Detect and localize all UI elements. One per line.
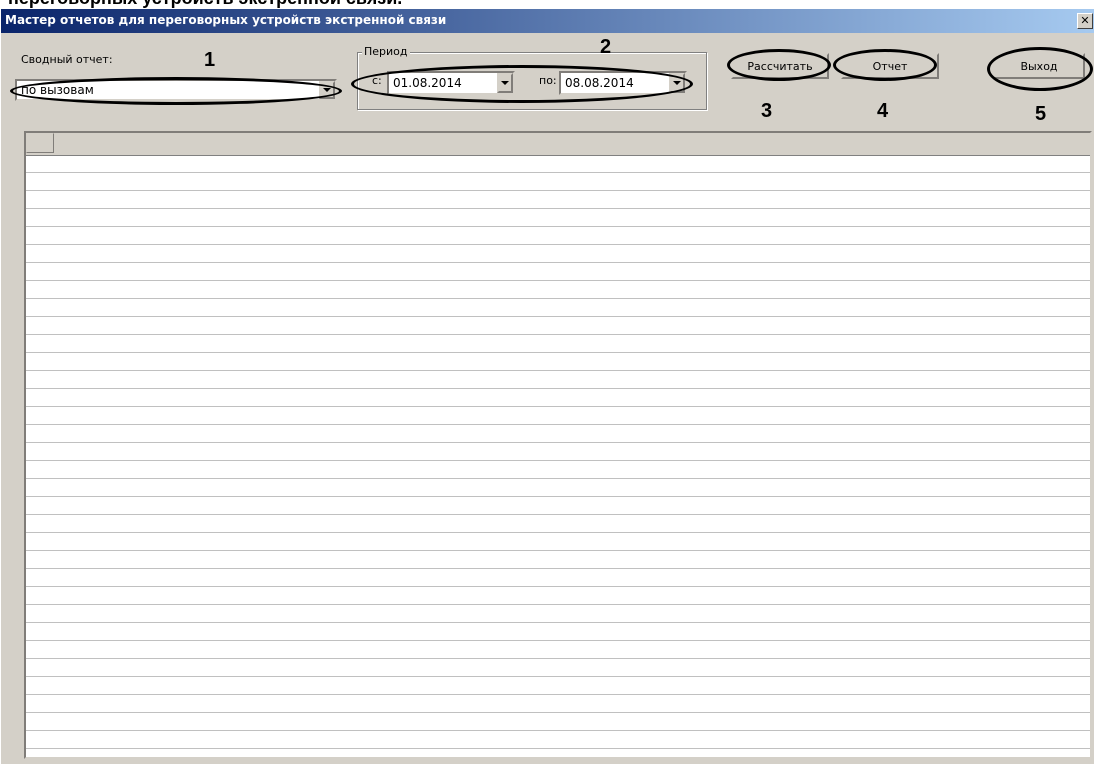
grid-rows: [26, 155, 1090, 757]
calculate-button[interactable]: Рассчитать: [731, 53, 829, 79]
document-heading: переговорных устройств экстренной связи.: [8, 0, 1088, 8]
chevron-down-icon: [323, 88, 331, 92]
period-from-label: с:: [372, 74, 382, 87]
callout-number-1: 1: [204, 49, 216, 71]
close-button[interactable]: ✕: [1077, 13, 1093, 29]
period-to-date-picker[interactable]: 08.08.2014: [559, 71, 687, 95]
window-title: Мастер отчетов для переговорных устройст…: [5, 13, 447, 27]
chevron-down-icon: [501, 81, 509, 85]
summary-report-value: по вызовам: [21, 83, 94, 97]
report-grid[interactable]: [24, 131, 1092, 759]
callout-number-4: 4: [877, 100, 889, 122]
callout-number-5: 5: [1035, 103, 1047, 125]
callout-number-2: 2: [600, 36, 612, 58]
report-wizard-window: Мастер отчетов для переговорных устройст…: [0, 9, 1094, 764]
chevron-down-icon: [673, 81, 681, 85]
period-to-value: 08.08.2014: [565, 76, 634, 90]
grid-corner-cell[interactable]: [26, 133, 54, 153]
period-legend: Период: [362, 45, 410, 58]
period-to-label: по:: [539, 74, 557, 87]
period-to-dropdown-button[interactable]: [669, 73, 685, 93]
period-from-dropdown-button[interactable]: [497, 73, 513, 93]
summary-report-label: Сводный отчет:: [21, 53, 113, 66]
exit-button[interactable]: Выход: [993, 53, 1085, 79]
summary-report-select[interactable]: по вызовам: [15, 79, 337, 101]
period-from-value: 01.08.2014: [393, 76, 462, 90]
summary-report-dropdown-button[interactable]: [319, 81, 335, 99]
close-icon: ✕: [1080, 14, 1090, 27]
grid-header: [26, 133, 1090, 156]
period-from-date-picker[interactable]: 01.08.2014: [387, 71, 515, 95]
callout-number-3: 3: [761, 100, 773, 122]
report-button[interactable]: Отчет: [841, 53, 939, 79]
title-bar: Мастер отчетов для переговорных устройст…: [1, 9, 1094, 34]
